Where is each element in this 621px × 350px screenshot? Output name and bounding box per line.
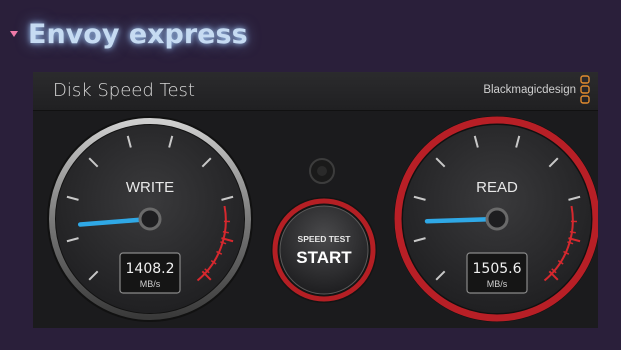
start-button-label: START [296,248,352,267]
disk-speed-test-window: Disk Speed Test Blackmagicdesign WRITE 1… [33,72,598,328]
heading-title: Envoy express [28,18,248,50]
status-light [309,158,335,184]
read-needle-hub [485,207,509,231]
write-value: 1408.2 [126,261,175,277]
write-unit: MB/s [140,279,161,289]
write-gauge: WRITE 1408.2 MB/s [47,116,253,322]
read-red-tick [569,230,576,234]
write-label: WRITE [126,179,174,196]
bullet-triangle-icon[interactable] [10,31,18,37]
write-needle-hub [138,207,162,231]
write-red-tick [222,230,229,234]
read-gauge: READ 1505.6 MB/s [394,116,598,322]
speed-test-start-button[interactable]: SPEED TEST START [271,197,377,303]
start-button-top-label: SPEED TEST [298,234,352,244]
read-label: READ [476,179,518,196]
gauges-panel: WRITE 1408.2 MB/s SPEED TEST START READ … [47,116,598,322]
read-unit: MB/s [487,279,508,289]
read-value: 1505.6 [473,261,522,277]
section-heading: Envoy express [10,14,248,54]
